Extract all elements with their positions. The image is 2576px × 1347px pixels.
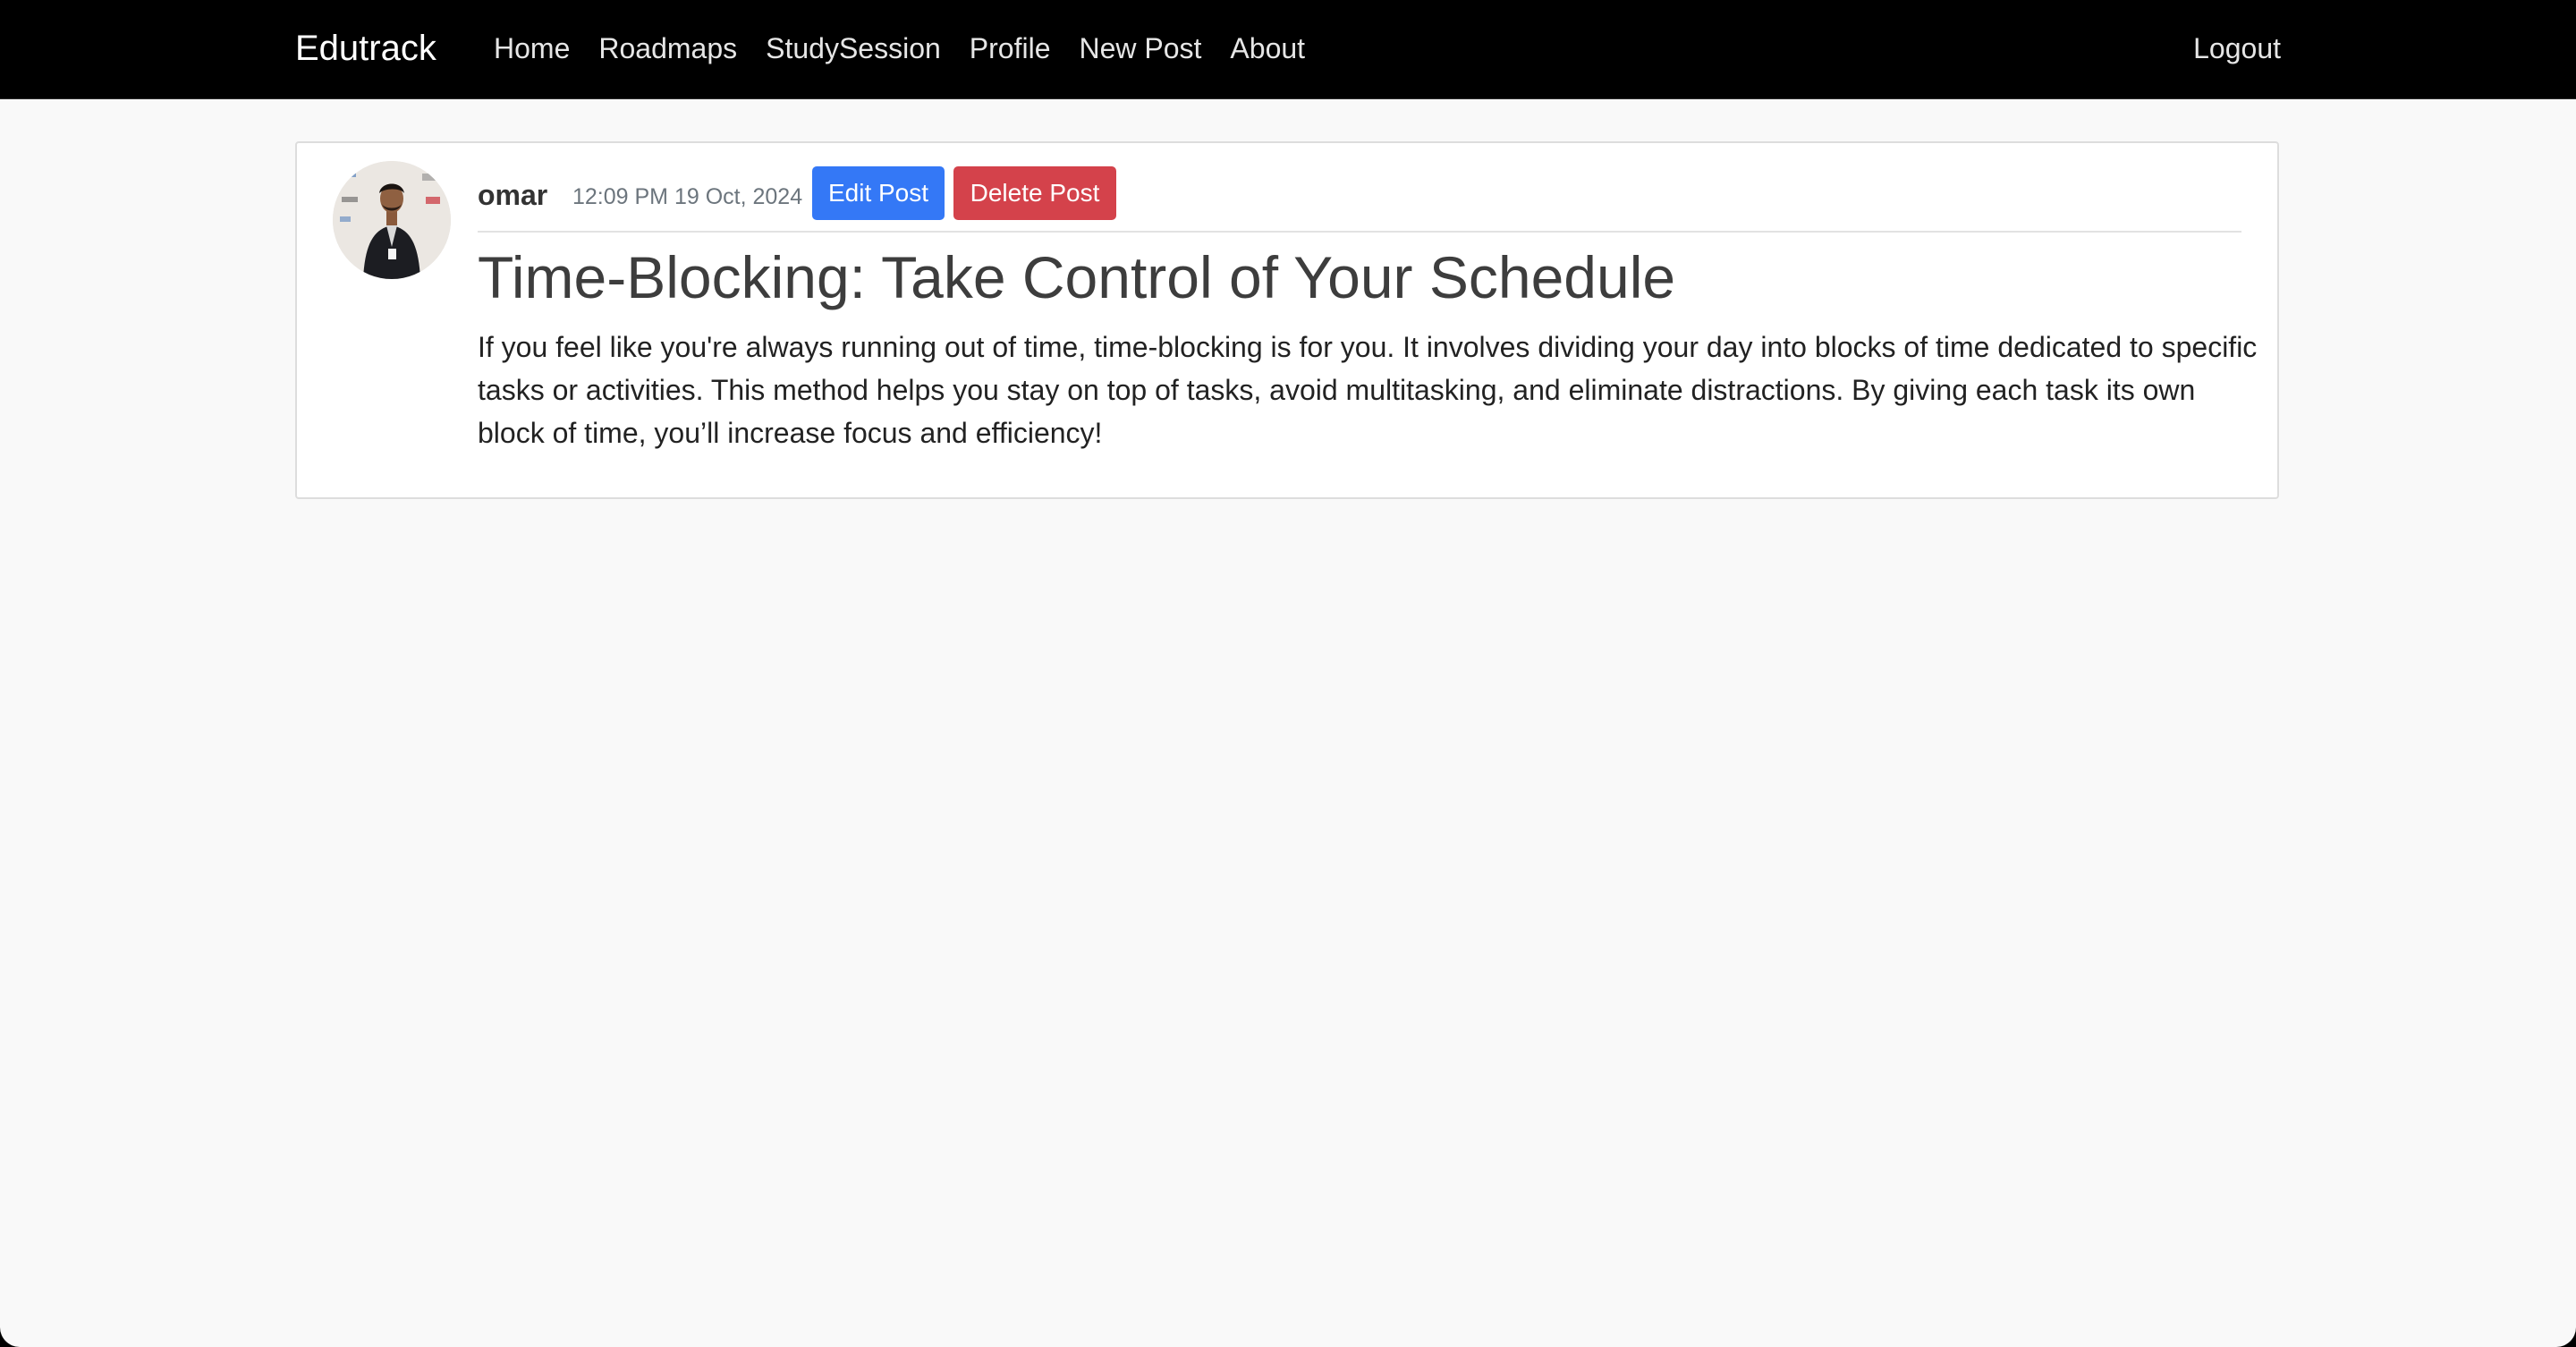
post-card: omar 12:09 PM 19 Oct, 2024 Edit Post Del… [295,141,2279,499]
post-title: Time-Blocking: Take Control of Your Sche… [478,244,1676,310]
edit-post-button[interactable]: Edit Post [812,166,945,220]
navbar: Edutrack Home Roadmaps StudySession Prof… [0,0,2576,99]
brand-link[interactable]: Edutrack [295,26,436,71]
post-content: If you feel like you're always running o… [478,331,2258,449]
nav-link-about[interactable]: About [1216,27,1319,70]
nav-link-home[interactable]: Home [479,27,584,70]
post-meta: omar 12:09 PM 19 Oct, 2024 Edit Post Del… [478,166,2241,233]
post-date: 12:09 PM 19 Oct, 2024 [572,184,803,209]
avatar-image [333,161,451,279]
nav-link-profile[interactable]: Profile [955,27,1065,70]
post-author[interactable]: omar [478,177,547,213]
avatar[interactable] [333,161,451,279]
page: Edutrack Home Roadmaps StudySession Prof… [0,0,2576,1347]
logout-link[interactable]: Logout [2193,27,2281,70]
delete-post-button[interactable]: Delete Post [953,166,1116,220]
nav-link-roadmaps[interactable]: Roadmaps [584,27,751,70]
nav-link-studysession[interactable]: StudySession [751,27,955,70]
nav-link-new-post[interactable]: New Post [1064,27,1216,70]
nav-links: Home Roadmaps StudySession Profile New P… [479,27,1319,70]
